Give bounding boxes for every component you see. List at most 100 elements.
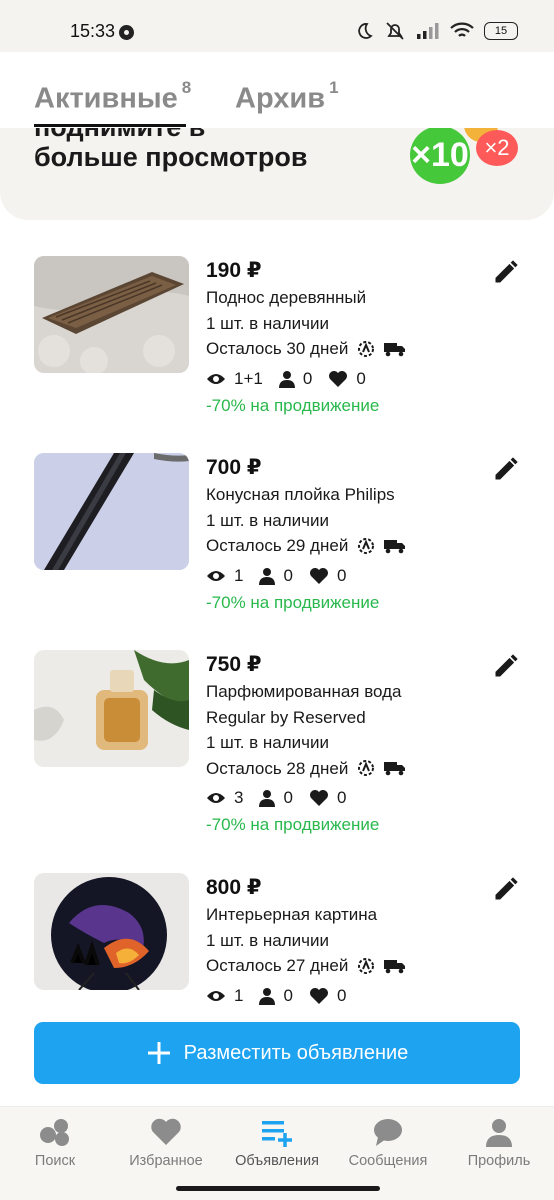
heart-icon: [309, 987, 328, 1004]
nav-profile-label: Профиль: [467, 1153, 531, 1169]
autoraise-icon: [358, 340, 375, 357]
status-time: 15:33: [70, 21, 116, 41]
autoraise-icon: [358, 957, 375, 974]
battery-level: 15: [494, 25, 508, 37]
listing-photo[interactable]: [34, 650, 189, 767]
listing-info: 800 ₽ Интерьерная картина 1 шт. в наличи…: [206, 873, 486, 1009]
listing-item[interactable]: 190 ₽ Поднос деревянный 1 шт. в наличии …: [34, 256, 520, 426]
contacts-stat: 0: [259, 985, 293, 1006]
listing-title-line2: Regular by Reserved: [206, 707, 366, 727]
tab-archive-label: Архив: [235, 82, 326, 115]
favorites-stat: 0: [309, 986, 346, 1006]
plus-icon: [147, 1042, 170, 1064]
views-count: 1: [234, 565, 244, 585]
listing-price: 700 ₽: [206, 456, 262, 479]
delivery-truck-icon: [384, 539, 406, 554]
edit-pencil-icon[interactable]: [492, 875, 520, 903]
favorites-stat: 0: [328, 368, 366, 389]
person-icon: [259, 790, 276, 807]
listing-days-row: Осталось 28 дней: [206, 756, 486, 782]
nav-search[interactable]: Поиск: [0, 1117, 110, 1169]
listing-price: 800 ₽: [206, 876, 262, 899]
edit-pencil-icon[interactable]: [492, 652, 520, 680]
views-stat: 3: [206, 788, 243, 808]
favorites-count: 0: [356, 368, 366, 388]
contacts-stat: 0: [278, 368, 313, 389]
eye-icon: [207, 373, 225, 384]
promo-x10-badge: ×10: [410, 128, 470, 184]
listing-price: 750 ₽: [206, 653, 262, 676]
autoraise-icon: [358, 760, 375, 777]
listing-item[interactable]: 700 ₽ Конусная плойка Philips 1 шт. в на…: [34, 453, 520, 623]
tab-active[interactable]: Активные 8: [34, 78, 191, 116]
contacts-count: 0: [283, 788, 293, 807]
views-stat: 1+1: [206, 369, 263, 389]
search-icon: [40, 1119, 69, 1146]
heart-icon: [329, 370, 348, 387]
delivery-truck-icon: [384, 959, 406, 974]
contacts-count: 0: [302, 368, 313, 388]
listing-days-row: Осталось 30 дней: [206, 336, 486, 362]
favorites-count: 0: [336, 565, 347, 585]
home-indicator[interactable]: [176, 1186, 380, 1191]
listing-photo[interactable]: [34, 873, 189, 990]
eye-icon: [207, 570, 225, 581]
listing-stock: 1 шт. в наличии: [206, 510, 330, 530]
listing-days-row: Осталось 29 дней: [206, 533, 486, 559]
listing-stats: 1 0 0: [206, 563, 486, 589]
listing-stock: 1 шт. в наличии: [206, 930, 330, 950]
listing-promo[interactable]: -70% на продвижение: [206, 811, 486, 839]
listing-item[interactable]: 750 ₽ Парфюмированная вода Regular by Re…: [34, 650, 520, 845]
contacts-count: 0: [283, 985, 293, 1005]
heart-icon: [151, 1118, 181, 1145]
listing-days-left: Осталось 30 дней: [206, 339, 349, 358]
tab-active-indicator: [34, 124, 186, 127]
listing-promo[interactable]: -70% на продвижение: [206, 589, 486, 617]
listing-item[interactable]: 800 ₽ Интерьерная картина 1 шт. в наличи…: [34, 873, 520, 1013]
listing-days-left: Осталось 28 дней: [206, 758, 349, 778]
heart-icon: [309, 790, 328, 806]
delivery-truck-icon: [384, 342, 406, 357]
contacts-stat: 0: [259, 566, 293, 586]
person-icon: [278, 370, 295, 388]
listings-add-icon: [262, 1121, 292, 1147]
post-listing-button[interactable]: Разместить объявление: [34, 1022, 520, 1084]
tabs-header: Активные 8 Архив 1: [0, 52, 554, 130]
delivery-truck-icon: [384, 762, 406, 776]
edit-pencil-icon[interactable]: [492, 455, 520, 483]
profile-icon: [486, 1119, 512, 1147]
nav-search-label: Поиск: [34, 1153, 76, 1169]
banner-partial-text: поднимите в: [34, 128, 205, 143]
eye-icon: [207, 990, 225, 1001]
listing-info: 750 ₽ Парфюмированная вода Regular by Re…: [206, 650, 486, 839]
nav-listings-label: Объявления: [235, 1153, 319, 1169]
autoraise-icon: [358, 537, 375, 554]
silent-bell-icon: [386, 22, 404, 40]
listing-stats: 1 0 0: [206, 983, 486, 1009]
nav-favorites[interactable]: Избранное: [111, 1117, 221, 1169]
views-count: 1: [234, 985, 244, 1005]
listing-photo[interactable]: [34, 256, 189, 373]
listing-stock: 1 шт. в наличии: [206, 313, 330, 333]
cellular-signal-icon: [417, 23, 439, 39]
edit-pencil-icon[interactable]: [492, 258, 520, 286]
nav-listings[interactable]: Объявления: [222, 1117, 332, 1169]
nav-profile[interactable]: Профиль: [444, 1117, 554, 1169]
favorites-count: 0: [336, 985, 347, 1005]
status-bar: 15:33 15: [0, 0, 554, 52]
tab-active-label: Активные: [34, 82, 178, 115]
wifi-icon: [450, 22, 474, 37]
views-count: 1+1: [234, 368, 263, 388]
promo-x2-badge: ×2: [476, 130, 518, 166]
banner-text: больше просмотров: [34, 142, 308, 172]
promo-banner[interactable]: поднимите в больше просмотров ×10 ×2: [0, 128, 554, 220]
moon-icon: [358, 23, 373, 39]
listing-promo[interactable]: -70% на продвижение: [206, 392, 486, 420]
person-icon: [259, 987, 276, 1005]
favorites-count: 0: [336, 788, 347, 807]
chat-icon: [374, 1119, 402, 1146]
listing-photo[interactable]: [34, 453, 189, 570]
nav-messages[interactable]: Сообщения: [333, 1117, 443, 1169]
tab-archive[interactable]: Архив 1: [235, 78, 339, 116]
views-count: 3: [234, 788, 244, 807]
